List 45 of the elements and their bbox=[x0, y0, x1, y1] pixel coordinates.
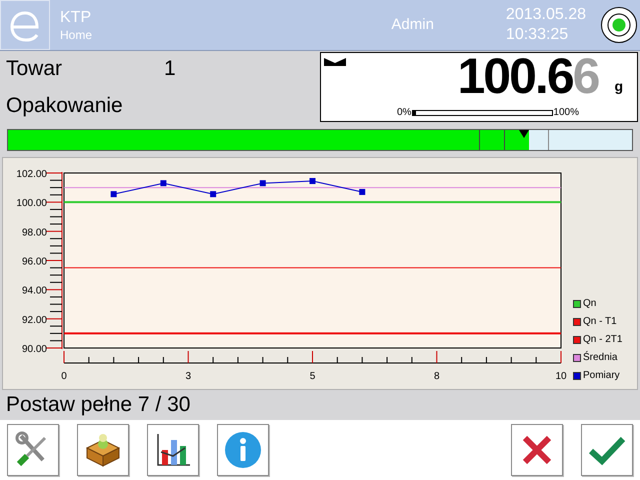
range-max-label: 100% bbox=[553, 106, 579, 120]
settings-button[interactable] bbox=[7, 424, 59, 476]
weight-value: 100.66 bbox=[458, 51, 598, 101]
y-tick-label: 100.00 bbox=[16, 198, 47, 210]
x-tick-label: 3 bbox=[185, 371, 192, 382]
x-tick-label: 5 bbox=[310, 371, 316, 382]
legend-label: Qn - T1 bbox=[583, 315, 617, 329]
date-text: 2013.05.28 bbox=[506, 5, 586, 25]
range-min-label: 0% bbox=[396, 106, 412, 120]
time-text: 10:33:25 bbox=[506, 25, 570, 45]
stable-marker-icon bbox=[324, 58, 346, 66]
y-tick-label: 98.00 bbox=[22, 227, 47, 238]
data-point bbox=[210, 191, 216, 198]
info-icon bbox=[223, 430, 263, 470]
weight-unit: g bbox=[614, 77, 623, 96]
status-text: Postaw pełne 7 / 30 bbox=[6, 392, 190, 418]
x-tick-label: 10 bbox=[555, 371, 567, 382]
close-icon bbox=[520, 433, 554, 467]
logo-icon bbox=[0, 0, 50, 50]
y-tick-label: 96.00 bbox=[22, 256, 47, 268]
y-tick-label: 92.00 bbox=[22, 314, 47, 326]
y-tick-label: 102.00 bbox=[16, 169, 47, 180]
user-name: Admin bbox=[391, 14, 434, 35]
legend-label: Średnia bbox=[583, 350, 618, 365]
x-tick-label: 0 bbox=[61, 371, 67, 382]
x-tick-label: 8 bbox=[434, 371, 440, 382]
legend-label: Qn - 2T1 bbox=[583, 333, 622, 347]
pointer-icon bbox=[519, 130, 530, 138]
status-indicator-icon bbox=[600, 6, 638, 44]
legend-label: Pomiary bbox=[583, 369, 620, 383]
legend-label: Qn bbox=[583, 297, 596, 311]
app-title: KTP bbox=[60, 8, 92, 28]
y-tick-label: 94.00 bbox=[22, 286, 47, 297]
info-label: Towar bbox=[6, 56, 64, 82]
info-label: Opakowanie bbox=[6, 93, 124, 119]
data-point bbox=[110, 191, 117, 198]
data-point bbox=[310, 178, 316, 184]
statistics-button[interactable] bbox=[147, 424, 199, 476]
info-value: 1 bbox=[164, 56, 176, 82]
products-button[interactable] bbox=[77, 424, 129, 476]
confirm-button[interactable] bbox=[581, 424, 633, 476]
y-tick-label: 90.00 bbox=[22, 344, 47, 355]
info-button[interactable] bbox=[217, 424, 269, 476]
screen-name: Home bbox=[60, 28, 92, 42]
cancel-button[interactable] bbox=[511, 424, 563, 476]
